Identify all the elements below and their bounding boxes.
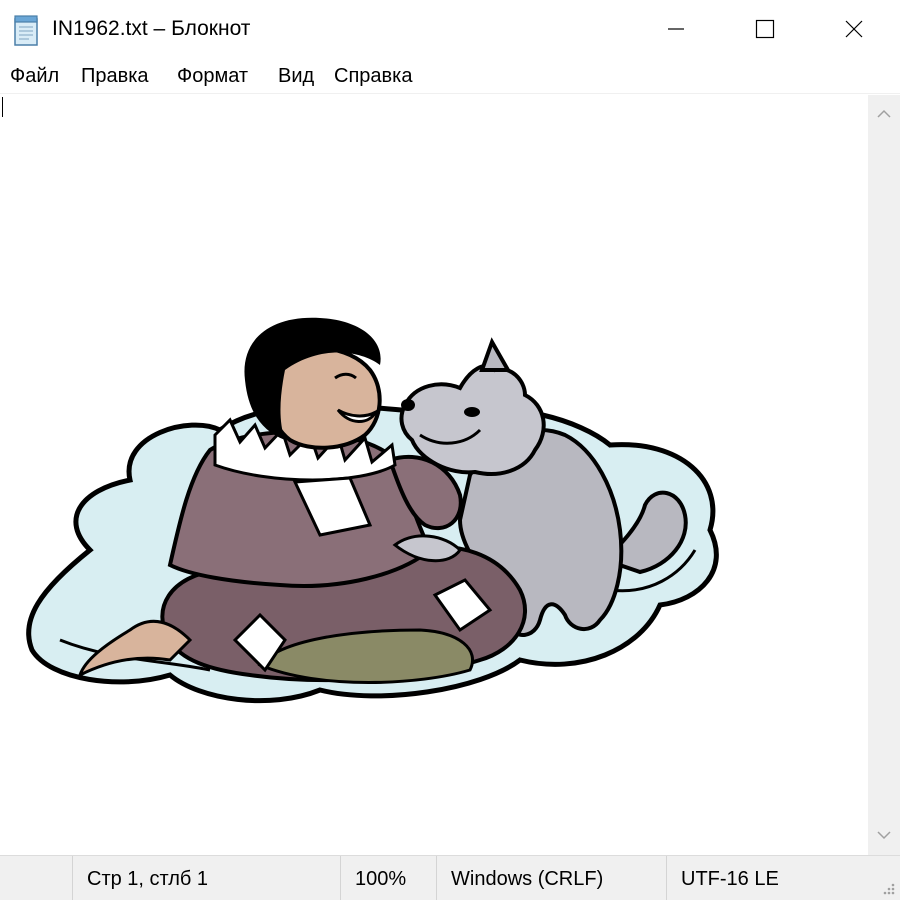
vertical-scrollbar[interactable]	[868, 95, 900, 855]
status-bar: Стр 1, стлб 1 100% Windows (CRLF) UTF-16…	[0, 855, 900, 900]
maximize-icon	[755, 19, 775, 39]
eskimo-with-dog-art	[26, 317, 719, 704]
minimize-button[interactable]	[630, 0, 722, 58]
menu-bar: Файл Правка Формат Вид Справка	[0, 58, 900, 94]
minimize-icon	[668, 28, 684, 30]
menu-help[interactable]: Справка	[333, 65, 413, 88]
window-title: IN1962.txt – Блокнот	[52, 17, 251, 40]
chevron-up-icon[interactable]	[876, 107, 892, 121]
resize-grip-icon[interactable]	[880, 880, 896, 896]
text-editor[interactable]	[0, 95, 868, 855]
title-bar[interactable]: IN1962.txt – Блокнот	[0, 0, 900, 58]
notepad-icon	[14, 15, 38, 46]
menu-file[interactable]: Файл	[9, 65, 60, 88]
close-button[interactable]	[808, 0, 900, 58]
menu-view[interactable]: Вид	[277, 65, 315, 88]
menu-format[interactable]: Формат	[176, 65, 249, 88]
menu-edit[interactable]: Правка	[80, 65, 150, 88]
close-icon	[845, 20, 863, 38]
maximize-button[interactable]	[719, 0, 811, 58]
status-line-endings: Windows (CRLF)	[436, 856, 666, 900]
chevron-down-icon[interactable]	[876, 828, 892, 842]
status-position: Стр 1, стлб 1	[72, 856, 340, 900]
status-zoom: 100%	[340, 856, 436, 900]
status-encoding: UTF-16 LE	[666, 856, 866, 900]
text-caret	[2, 97, 3, 117]
